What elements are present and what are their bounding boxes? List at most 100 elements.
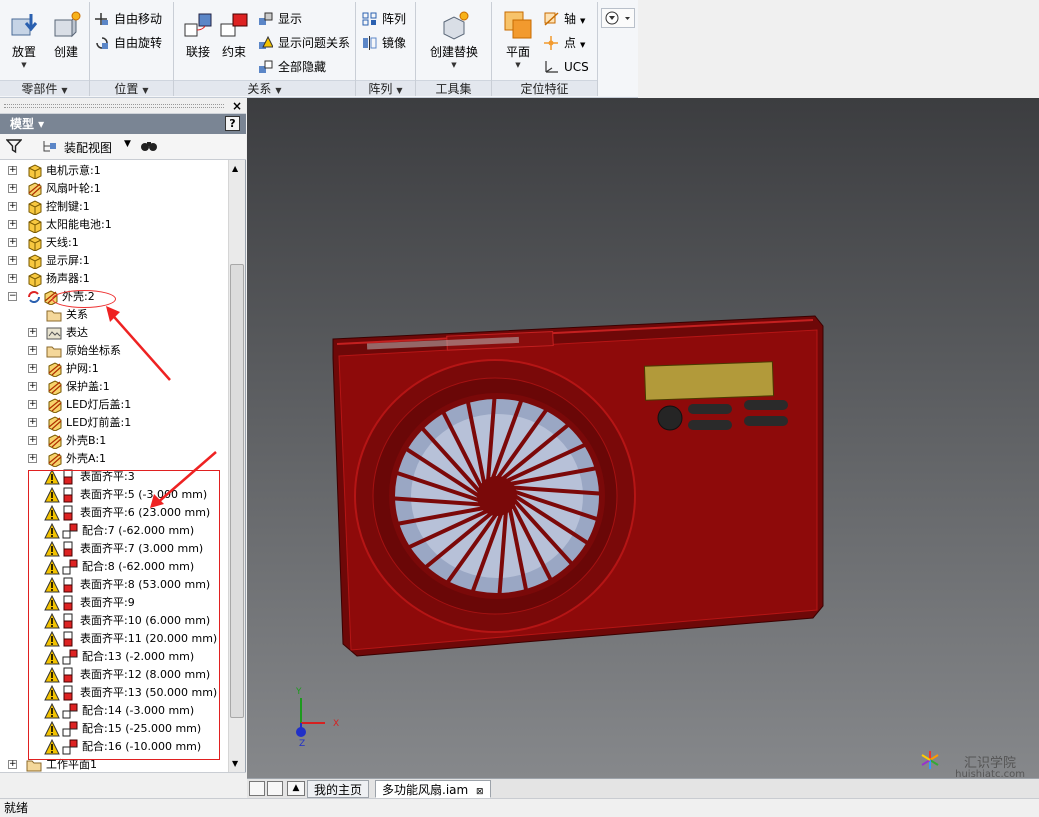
- free-rotate-button[interactable]: 自由旋转: [92, 33, 162, 53]
- expand-icon[interactable]: +: [8, 760, 17, 769]
- assembly-model[interactable]: Y X Z: [247, 98, 1039, 778]
- browser-header[interactable]: 模型 ▾ ?: [0, 114, 246, 134]
- plane-button[interactable]: 平面 ▼: [498, 10, 538, 74]
- watermark: 汇识学院 huishiatc.com: [955, 756, 1025, 780]
- pattern-button[interactable]: 阵列: [360, 9, 406, 29]
- move-icon: [94, 12, 109, 26]
- expand-icon[interactable]: +: [8, 202, 17, 211]
- find-icon[interactable]: [140, 138, 158, 157]
- expand-icon[interactable]: +: [8, 256, 17, 265]
- tree-item-label: 控制键:1: [46, 200, 90, 213]
- expand-icon[interactable]: −: [8, 292, 17, 301]
- hide-relations-icon: [258, 60, 273, 74]
- close-icon[interactable]: ×: [232, 98, 242, 114]
- rotate-icon: [94, 36, 109, 50]
- tab-document[interactable]: 多功能风扇.iam ⊠: [375, 780, 491, 798]
- expand-icon[interactable]: +: [8, 220, 17, 229]
- create-substitute-icon: [439, 10, 469, 40]
- scroll-down-icon[interactable]: ▼: [232, 759, 238, 768]
- tab-list-icon[interactable]: ▲: [287, 781, 305, 796]
- hide-all-button[interactable]: 全部隐藏: [256, 57, 326, 77]
- chevron-down-icon[interactable]: ▼: [124, 139, 131, 149]
- tree-item-label: 原始坐标系: [66, 344, 121, 357]
- browser-title[interactable]: 模型 ▾: [10, 117, 44, 131]
- constrain-button[interactable]: 约束: [214, 10, 254, 74]
- panel-title-pattern[interactable]: 阵列 ▼: [356, 80, 415, 96]
- tree-item-component[interactable]: + 扬声器:1: [0, 270, 228, 288]
- create-label: 创建: [53, 45, 78, 59]
- place-button[interactable]: 放置 ▼: [4, 10, 44, 74]
- part-icon: [26, 235, 42, 252]
- expand-icon[interactable]: +: [28, 418, 37, 427]
- tree-item-child[interactable]: + 外壳B:1: [0, 432, 228, 450]
- watermark-logo-icon: [919, 749, 941, 774]
- point-icon: [544, 36, 559, 50]
- panel-title-work-features: 定位特征: [492, 80, 597, 96]
- point-button[interactable]: 点 ▼: [542, 33, 585, 53]
- tree-item-component[interactable]: + 天线:1: [0, 234, 228, 252]
- free-move-button[interactable]: 自由移动: [92, 9, 162, 29]
- tree-item-child[interactable]: + 外壳A:1: [0, 450, 228, 468]
- tree-item-child[interactable]: + 原始坐标系: [0, 342, 228, 360]
- folder-icon: [46, 307, 62, 323]
- panel-productivity: 创建替换 ▼ 工具集: [416, 2, 492, 96]
- scrollbar-thumb[interactable]: [230, 264, 244, 718]
- panel-title-components[interactable]: 零部件 ▼: [0, 80, 89, 96]
- tree-item-component[interactable]: + 控制键:1: [0, 198, 228, 216]
- tree-item-child[interactable]: + 护网:1: [0, 360, 228, 378]
- axis-button[interactable]: 轴 ▼: [542, 9, 585, 29]
- tree-item-label: 电机示意:1: [46, 164, 101, 177]
- tree-item-component[interactable]: + 风扇叶轮:1: [0, 180, 228, 198]
- tile-windows-icon[interactable]: [267, 781, 283, 796]
- ucs-button[interactable]: UCS: [542, 57, 589, 77]
- help-icon[interactable]: ?: [225, 116, 240, 131]
- show-problem-button[interactable]: 显示问题关系: [256, 33, 350, 53]
- filter-icon[interactable]: [5, 138, 23, 157]
- mirror-button[interactable]: 镜像: [360, 33, 406, 53]
- scroll-up-icon[interactable]: ▲: [232, 164, 238, 173]
- tree-item-label: 外壳B:1: [66, 434, 107, 447]
- expand-icon[interactable]: +: [28, 328, 37, 337]
- joint-button[interactable]: 联接: [178, 10, 218, 74]
- browser-grip[interactable]: ×: [0, 98, 246, 114]
- tree-item-child[interactable]: + 表达: [0, 324, 228, 342]
- part-icon: [26, 199, 42, 216]
- tree-item-child[interactable]: 关系: [0, 306, 228, 324]
- assembly-view-label[interactable]: 装配视图: [64, 139, 112, 156]
- close-tab-icon[interactable]: ⊠: [476, 787, 484, 797]
- browser-vertical-scrollbar[interactable]: ▲ ▼: [228, 160, 245, 772]
- create-button[interactable]: 创建: [46, 10, 86, 74]
- tree-item-label: LED灯后盖:1: [66, 398, 132, 411]
- constrain-icon: [219, 10, 249, 40]
- tree-item-component[interactable]: + 太阳能电池:1: [0, 216, 228, 234]
- expand-icon[interactable]: +: [28, 400, 37, 409]
- tree-item-label: 关系: [66, 308, 88, 321]
- expand-icon[interactable]: +: [28, 364, 37, 373]
- create-substitute-button[interactable]: 创建替换 ▼: [424, 10, 484, 74]
- tree-item-child[interactable]: + LED灯后盖:1: [0, 396, 228, 414]
- cascade-windows-icon[interactable]: [249, 781, 265, 796]
- expand-icon[interactable]: +: [8, 184, 17, 193]
- panel-title-relationships[interactable]: 关系 ▼: [174, 80, 355, 96]
- tree-item-child[interactable]: + LED灯前盖:1: [0, 414, 228, 432]
- chevron-down-icon: ▼: [21, 61, 27, 69]
- quick-access-dropdown-button[interactable]: [601, 8, 635, 28]
- create-icon: [51, 10, 81, 40]
- expand-icon[interactable]: +: [8, 166, 17, 175]
- warning-relation-icon: [258, 35, 274, 50]
- part-icon: [46, 361, 62, 378]
- expand-icon[interactable]: +: [28, 382, 37, 391]
- tree-item-component[interactable]: + 电机示意:1: [0, 162, 228, 180]
- tree-item-label: 护网:1: [66, 362, 99, 375]
- expand-icon[interactable]: +: [28, 436, 37, 445]
- expand-icon[interactable]: +: [28, 454, 37, 463]
- graphics-viewport[interactable]: Y X Z 汇识学院 huishiatc.com: [247, 98, 1039, 780]
- expand-icon[interactable]: +: [28, 346, 37, 355]
- expand-icon[interactable]: +: [8, 274, 17, 283]
- tree-item-child[interactable]: + 保护盖:1: [0, 378, 228, 396]
- panel-title-position[interactable]: 位置 ▼: [90, 80, 173, 96]
- expand-icon[interactable]: +: [8, 238, 17, 247]
- show-button[interactable]: 显示: [256, 9, 302, 29]
- tab-home[interactable]: 我的主页: [307, 780, 370, 798]
- tree-item-component[interactable]: + 显示屏:1: [0, 252, 228, 270]
